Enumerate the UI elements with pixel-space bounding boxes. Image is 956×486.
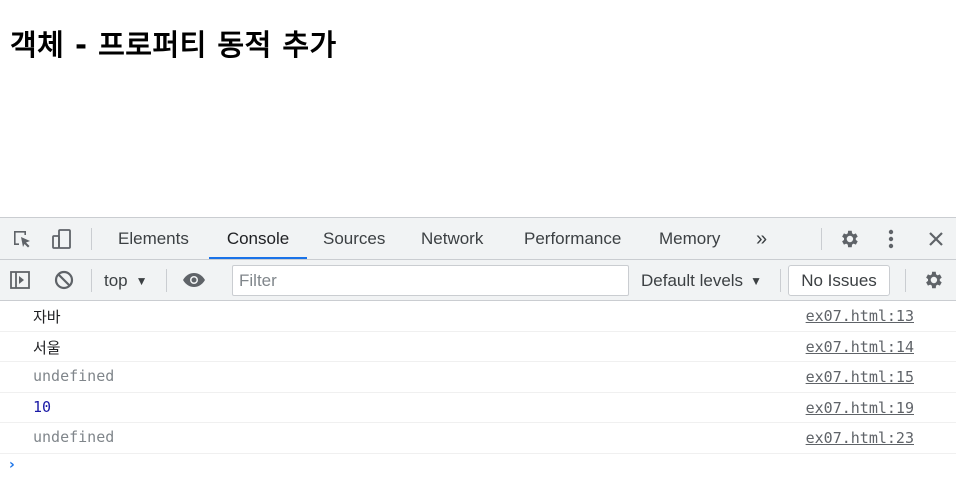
tab-console[interactable]: Console: [209, 218, 307, 259]
console-message-text: undefined: [33, 367, 115, 385]
console-message-row: 서울 ex07.html:14: [0, 332, 956, 362]
toolbar-divider: [905, 269, 906, 292]
console-settings-gear-icon[interactable]: [921, 268, 945, 292]
dropdown-triangle-icon: ▼: [750, 274, 762, 288]
tab-performance[interactable]: Performance: [524, 218, 621, 259]
source-link[interactable]: ex07.html:13: [806, 307, 914, 325]
console-message-row: undefined ex07.html:23: [0, 423, 956, 454]
console-message-text: 10: [33, 397, 52, 416]
console-output: 자바 ex07.html:13 서울 ex07.html:14 undefine…: [0, 301, 956, 473]
console-toolbar: top ▼ Filter Default levels ▼ No Issues: [0, 260, 956, 301]
tab-elements[interactable]: Elements: [118, 218, 189, 259]
page-content: 객체 - 프로퍼티 동적 추가: [0, 0, 956, 217]
source-link[interactable]: ex07.html:19: [806, 399, 914, 417]
tab-memory[interactable]: Memory: [659, 218, 720, 259]
devtools-tabbar: Elements Console Sources Network Perform…: [0, 218, 956, 260]
tab-sources[interactable]: Sources: [323, 218, 385, 259]
source-link[interactable]: ex07.html:14: [806, 338, 914, 356]
live-expression-eye-icon[interactable]: [182, 268, 206, 292]
clear-console-icon[interactable]: [52, 268, 76, 292]
more-tabs-button[interactable]: »: [756, 218, 767, 259]
tab-network[interactable]: Network: [421, 218, 483, 259]
console-prompt-chevron-icon[interactable]: ›: [9, 457, 15, 473]
sidebar-toggle-icon[interactable]: [8, 268, 32, 292]
console-message-text: undefined: [33, 428, 115, 446]
tabbar-divider: [821, 228, 822, 250]
inspect-element-icon[interactable]: [10, 227, 34, 251]
close-icon[interactable]: [924, 227, 948, 251]
dropdown-triangle-icon: ▼: [135, 274, 148, 288]
source-link[interactable]: ex07.html:23: [806, 429, 914, 447]
console-message-row: 자바 ex07.html:13: [0, 301, 956, 332]
issues-button[interactable]: No Issues: [788, 265, 890, 296]
log-levels-dropdown[interactable]: Default levels ▼: [641, 260, 762, 301]
more-options-icon[interactable]: [879, 227, 903, 251]
toolbar-divider: [91, 269, 92, 292]
devtools-panel: Elements Console Sources Network Perform…: [0, 217, 956, 486]
console-message-text: 서울: [33, 338, 61, 357]
context-label: top: [104, 271, 128, 290]
log-levels-label: Default levels: [641, 271, 744, 290]
toolbar-divider: [780, 269, 781, 292]
tabbar-divider: [91, 228, 92, 250]
console-message-row: undefined ex07.html:15: [0, 362, 956, 393]
device-toolbar-icon[interactable]: [50, 227, 74, 251]
console-message-row: 10 ex07.html:19: [0, 393, 956, 423]
context-selector[interactable]: top ▼: [104, 260, 148, 301]
page-title: 객체 - 프로퍼티 동적 추가: [10, 28, 337, 62]
settings-gear-icon[interactable]: [837, 227, 861, 251]
source-link[interactable]: ex07.html:15: [806, 368, 914, 386]
filter-input[interactable]: Filter: [232, 265, 629, 296]
toolbar-divider: [166, 269, 167, 292]
console-message-text: 자바: [33, 308, 61, 326]
